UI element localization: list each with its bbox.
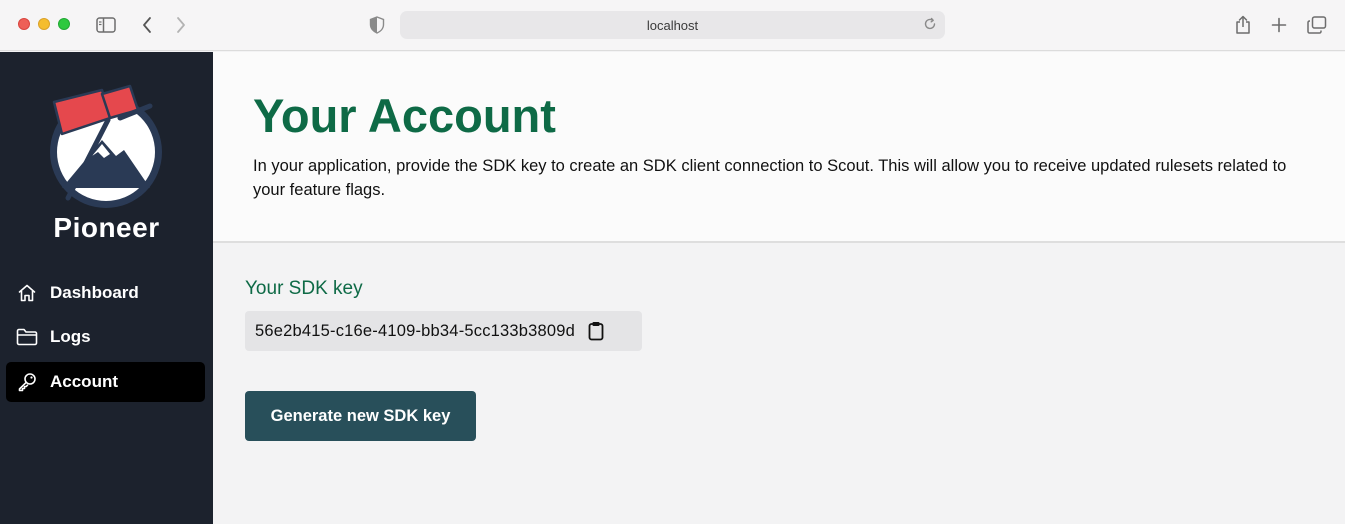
sdk-key-field: 56e2b415-c16e-4109-bb34-5cc133b3809d — [245, 311, 642, 351]
sidebar-item-label: Account — [50, 372, 118, 391]
brand-name: Pioneer — [53, 212, 160, 243]
sidebar-item-logs[interactable]: Logs — [6, 317, 205, 357]
page-description: In your application, provide the SDK key… — [253, 157, 1287, 199]
sidebar-item-account[interactable]: Account — [6, 362, 205, 402]
clipboard-icon[interactable] — [585, 319, 607, 343]
generate-sdk-key-button[interactable]: Generate new SDK key — [245, 391, 476, 441]
reload-icon[interactable] — [923, 17, 937, 36]
window-close-button[interactable] — [18, 18, 30, 30]
pioneer-logo[interactable] — [44, 80, 168, 210]
address-bar[interactable]: localhost — [400, 11, 945, 39]
window-minimize-button[interactable] — [38, 18, 50, 30]
window-zoom-button[interactable] — [58, 18, 70, 30]
sdk-key-value[interactable]: 56e2b415-c16e-4109-bb34-5cc133b3809d — [255, 322, 575, 341]
sidebar-item-label: Logs — [50, 327, 91, 346]
forward-icon[interactable] — [170, 14, 192, 36]
sidebar: Pioneer Dashboard Logs Account — [0, 52, 213, 524]
sidebar-toggle-icon[interactable] — [95, 14, 117, 36]
browser-toolbar: localhost — [0, 0, 1345, 51]
back-icon[interactable] — [136, 14, 158, 36]
sidebar-item-dashboard[interactable]: Dashboard — [6, 273, 205, 313]
page-title: Your Account — [253, 89, 556, 142]
new-tab-icon[interactable] — [1268, 14, 1290, 36]
sidebar-item-label: Dashboard — [50, 283, 139, 302]
key-icon — [16, 371, 38, 393]
home-icon — [16, 282, 38, 304]
shield-icon — [366, 14, 388, 36]
url-text: localhost — [646, 18, 699, 33]
account-header: Your Account In your application, provid… — [213, 52, 1345, 243]
folder-icon — [16, 326, 38, 348]
share-icon[interactable] — [1232, 14, 1254, 36]
sdk-key-label: Your SDK key — [245, 278, 363, 299]
tab-overview-icon[interactable] — [1306, 14, 1328, 36]
